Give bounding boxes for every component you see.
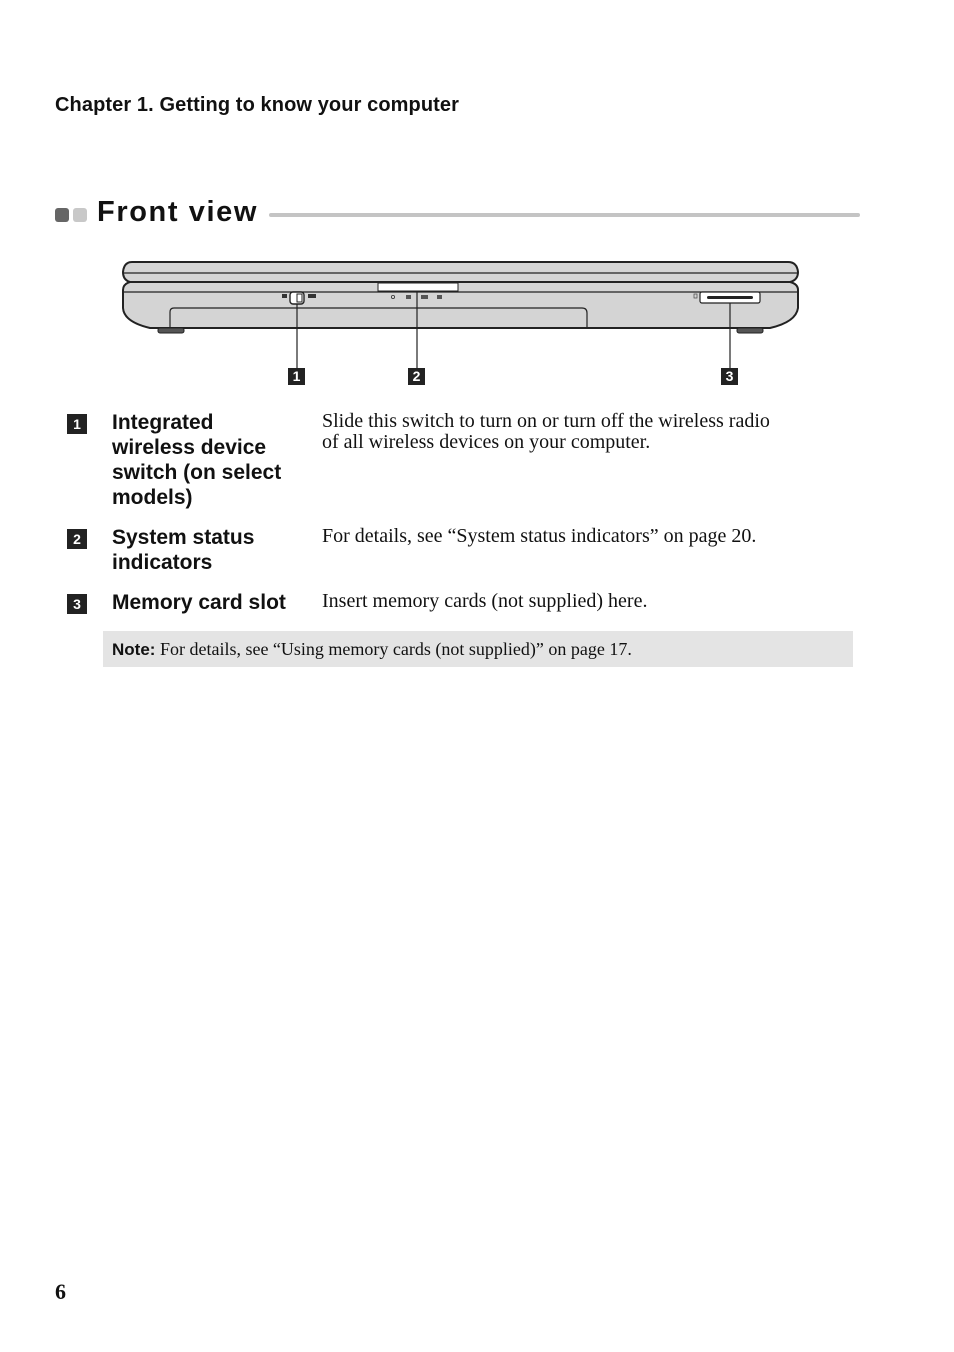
wireless-indicator-icon <box>421 295 428 299</box>
description-line: Slide this switch to turn on or turn off… <box>322 410 770 432</box>
term-line: switch (on select <box>112 461 282 484</box>
note-box: Note: For details, see “Using memory car… <box>103 631 853 667</box>
item-term: Integrated wireless device switch (on se… <box>112 410 312 510</box>
callout-3: 3 <box>721 368 738 385</box>
page-number: 6 <box>55 1279 66 1304</box>
chapter-title: Chapter 1. Getting to know your computer <box>55 94 460 116</box>
section-title: Front view <box>97 196 259 228</box>
laptop-front-view-figure: 1 2 3 <box>110 250 810 390</box>
heading-square-light-icon <box>73 208 87 222</box>
term-line: wireless device <box>112 436 267 459</box>
section-rule <box>269 213 860 217</box>
item-number: 3 <box>67 594 87 614</box>
description-line: For details, see “System status indicato… <box>322 525 757 547</box>
laptop-lid <box>121 261 800 283</box>
description-line: Insert memory cards (not supplied) here. <box>322 590 648 612</box>
term-line: System status <box>112 526 255 549</box>
item-term: System status indicators <box>112 525 312 575</box>
item-number: 2 <box>67 529 87 549</box>
item-number: 1 <box>67 414 87 434</box>
item-description: Slide this switch to turn on or turn off… <box>322 411 842 453</box>
right-foot <box>736 327 764 334</box>
hdd-indicator-icon <box>437 295 442 299</box>
laptop-base <box>122 281 799 329</box>
item-description: For details, see “System status indicato… <box>322 526 842 547</box>
note-content: Note: For details, see “Using memory car… <box>112 639 632 660</box>
item-term: Memory card slot <box>112 590 322 615</box>
description-line: of all wireless devices on your computer… <box>322 431 651 453</box>
left-foot <box>157 327 185 334</box>
note-label: Note: <box>112 640 156 659</box>
heading-square-dark-icon <box>55 208 69 222</box>
term-line: Integrated <box>112 411 214 434</box>
battery-indicator-icon <box>406 295 411 299</box>
term-line: indicators <box>112 551 213 574</box>
term-line: Memory card slot <box>112 591 286 614</box>
term-line: models) <box>112 486 193 509</box>
indicator-window <box>377 282 459 292</box>
callout-1: 1 <box>288 368 305 385</box>
callout-2: 2 <box>408 368 425 385</box>
item-description: Insert memory cards (not supplied) here. <box>322 591 842 612</box>
section-heading: Front view <box>55 196 860 232</box>
laptop-illustration <box>121 261 800 368</box>
note-text: For details, see “Using memory cards (no… <box>155 639 632 659</box>
